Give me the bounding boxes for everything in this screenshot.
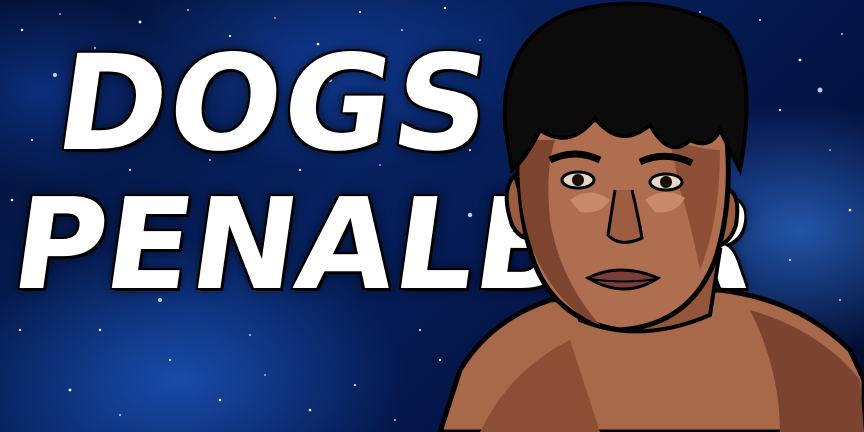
portrait-illustration [437, 1, 864, 432]
channel-banner: Dogs Penalber [0, 0, 864, 432]
